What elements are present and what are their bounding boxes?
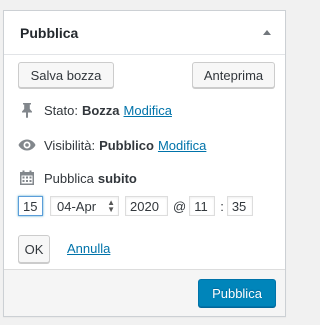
day-input[interactable]: 15 xyxy=(18,196,43,216)
save-draft-button[interactable]: Salva bozza xyxy=(18,62,114,88)
publish-button[interactable]: Pubblica xyxy=(198,279,276,307)
date-time-fields: 15 04-Apr ▲ ▼ 2020 @ 11 : 35 xyxy=(18,196,253,216)
schedule-label: Pubblica xyxy=(44,170,94,186)
status-edit-link[interactable]: Modifica xyxy=(124,103,172,118)
minute-input[interactable]: 35 xyxy=(226,196,253,216)
visibility-row: Visibilità: Pubblico Modifica xyxy=(18,136,206,154)
status-label: Stato: xyxy=(44,102,78,118)
schedule-row: Pubblica subito xyxy=(18,169,137,187)
select-arrows-icon: ▲ ▼ xyxy=(107,198,115,214)
ok-button[interactable]: OK xyxy=(18,235,50,263)
status-value: Bozza xyxy=(81,102,120,118)
visibility-edit-link[interactable]: Modifica xyxy=(158,138,206,153)
month-select[interactable]: 04-Apr ▲ ▼ xyxy=(50,196,119,216)
preview-button[interactable]: Anteprima xyxy=(192,62,275,88)
visibility-label: Visibilità: xyxy=(44,137,96,153)
schedule-value: subito xyxy=(97,170,137,186)
calendar-icon xyxy=(18,169,36,187)
collapse-arrow-icon[interactable] xyxy=(263,30,271,35)
at-separator: @ xyxy=(173,198,187,214)
colon-separator: : xyxy=(220,198,224,214)
panel-header[interactable]: Pubblica xyxy=(4,11,285,55)
month-select-value: 04-Apr xyxy=(57,198,97,214)
hour-input[interactable]: 11 xyxy=(189,196,216,216)
cancel-link[interactable]: Annulla xyxy=(67,241,110,256)
panel-footer: Pubblica xyxy=(4,269,285,316)
year-input[interactable]: 2020 xyxy=(125,196,168,216)
pin-icon xyxy=(18,101,36,119)
visibility-value: Pubblico xyxy=(99,137,154,153)
eye-icon xyxy=(18,136,36,154)
panel-title: Pubblica xyxy=(20,24,79,41)
status-row: Stato: Bozza Modifica xyxy=(18,101,172,119)
publish-panel: Pubblica Salva bozza Anteprima Stato: Bo… xyxy=(3,10,286,317)
